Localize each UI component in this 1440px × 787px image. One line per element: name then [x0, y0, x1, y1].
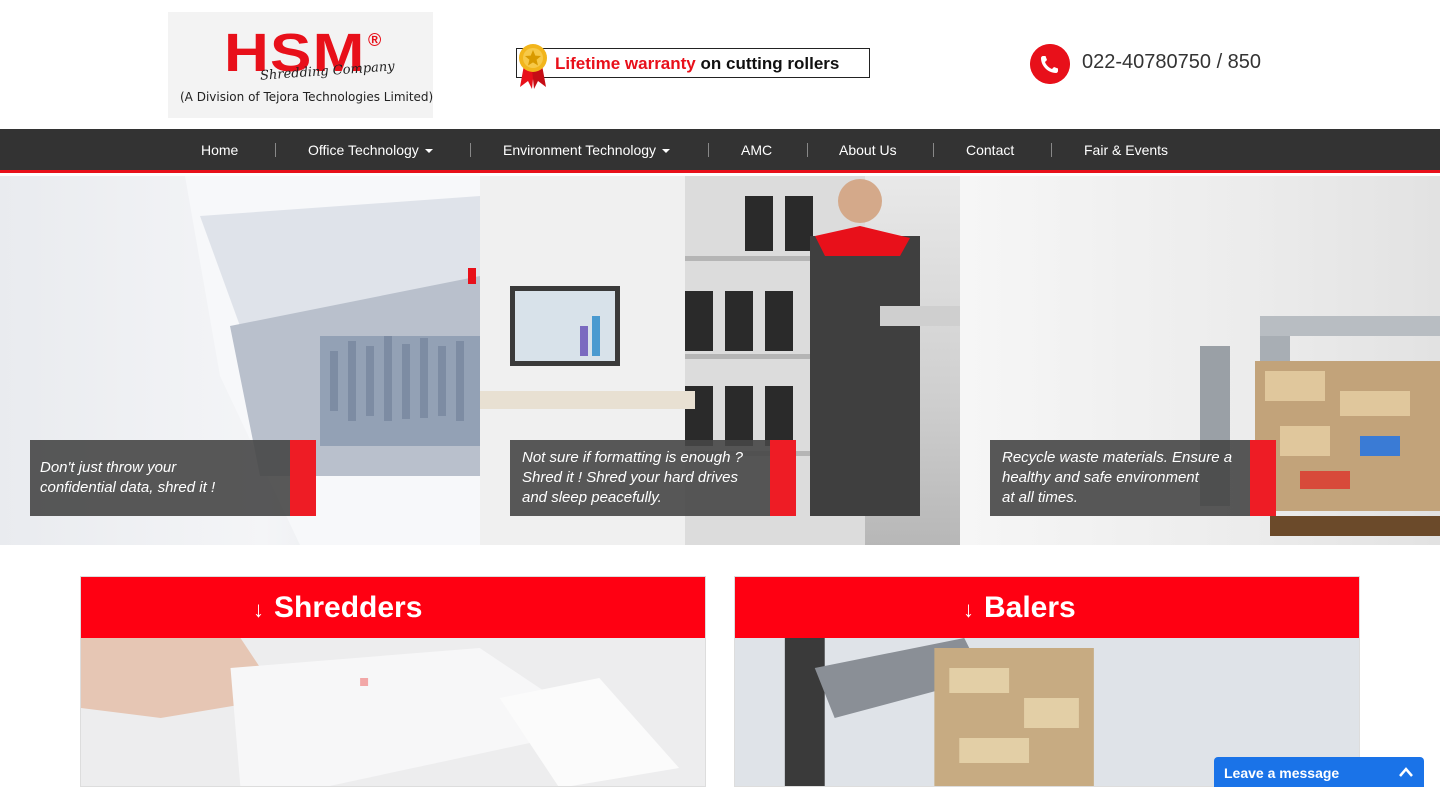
- arrow-down-icon: ↓: [253, 597, 264, 622]
- hero-caption-text: Not sure if formatting is enough ? Shred…: [522, 449, 743, 506]
- hero-banner: Don't just throw your confidential data,…: [0, 176, 1440, 545]
- nav-item-office-technology[interactable]: Office Technology: [308, 129, 433, 171]
- logo-registered-mark: ®: [368, 30, 382, 50]
- caption-accent: [770, 440, 796, 516]
- category-title: Shredders: [274, 591, 423, 624]
- nav-item-home[interactable]: Home: [201, 129, 238, 171]
- nav-label: Home: [201, 142, 239, 158]
- hero-caption-text: Don't just throw your confidential data,…: [40, 459, 216, 496]
- category-title: Balers: [984, 591, 1076, 624]
- caption-accent: [290, 440, 316, 516]
- medal-icon: [519, 44, 547, 89]
- category-card-balers[interactable]: ↓ Balers: [734, 576, 1360, 787]
- site-header: HSM ® Shredding Company (A Division of T…: [0, 0, 1440, 129]
- nav-divider: [470, 143, 471, 157]
- warranty-rest: on cutting rollers: [700, 54, 840, 73]
- nav-item-contact[interactable]: Contact: [966, 129, 1014, 171]
- nav-divider: [275, 143, 276, 157]
- nav-label: AMC: [741, 142, 773, 158]
- warranty-box: Lifetime warranty on cutting rollers: [516, 48, 870, 78]
- warranty-banner: Lifetime warranty on cutting rollers: [514, 43, 870, 89]
- nav-divider: [807, 143, 808, 157]
- category-header[interactable]: ↓ Balers: [735, 577, 1359, 638]
- nav-divider: [1051, 143, 1052, 157]
- arrow-down-icon: ↓: [963, 597, 974, 622]
- phone-contact[interactable]: 022-40780750 / 850: [1030, 44, 1270, 84]
- leave-message-widget[interactable]: Leave a message: [1214, 757, 1424, 787]
- phone-number: 022-40780750 / 850: [1082, 51, 1262, 73]
- nav-divider: [708, 143, 709, 157]
- chevron-up-icon: [1399, 767, 1413, 777]
- nav-label: Contact: [966, 142, 1015, 158]
- shredders-image: [81, 638, 705, 786]
- caption-accent: [1250, 440, 1276, 516]
- hero-panel-shredder[interactable]: Don't just throw your confidential data,…: [0, 176, 480, 545]
- category-header[interactable]: ↓ Shredders: [81, 577, 705, 638]
- warranty-text: Lifetime warranty on cutting rollers: [555, 54, 839, 74]
- nav-label: Office Technology: [308, 142, 419, 158]
- hero-panel-office[interactable]: Not sure if formatting is enough ? Shred…: [480, 176, 960, 545]
- nav-label: Fair & Events: [1084, 142, 1169, 158]
- main-nav: Home Office Technology Environment Techn…: [0, 129, 1440, 173]
- hsm-logo[interactable]: HSM ® Shredding Company (A Division of T…: [168, 12, 433, 118]
- nav-item-environment-technology[interactable]: Environment Technology: [503, 129, 671, 171]
- nav-label: About Us: [839, 142, 897, 158]
- phone-icon: [1030, 44, 1070, 84]
- nav-item-fair-events[interactable]: Fair & Events: [1084, 129, 1168, 171]
- hero-caption: Not sure if formatting is enough ? Shred…: [510, 440, 796, 516]
- chat-label: Leave a message: [1224, 765, 1340, 781]
- hero-caption: Recycle waste materials. Ensure a health…: [990, 440, 1276, 516]
- hero-panel-baler[interactable]: Recycle waste materials. Ensure a health…: [960, 176, 1440, 545]
- caret-down-icon: [424, 149, 433, 154]
- caret-down-icon: [662, 149, 671, 154]
- warranty-highlight: Lifetime warranty: [555, 54, 696, 73]
- logo-division: (A Division of Tejora Technologies Limit…: [180, 90, 434, 104]
- nav-label: Environment Technology: [503, 142, 657, 158]
- nav-item-about-us[interactable]: About Us: [839, 129, 897, 171]
- category-card-shredders[interactable]: ↓ Shredders: [80, 576, 706, 787]
- nav-item-amc[interactable]: AMC: [741, 129, 772, 171]
- hero-caption: Don't just throw your confidential data,…: [30, 440, 316, 516]
- nav-divider: [933, 143, 934, 157]
- hero-caption-text: Recycle waste materials. Ensure a health…: [1002, 449, 1233, 506]
